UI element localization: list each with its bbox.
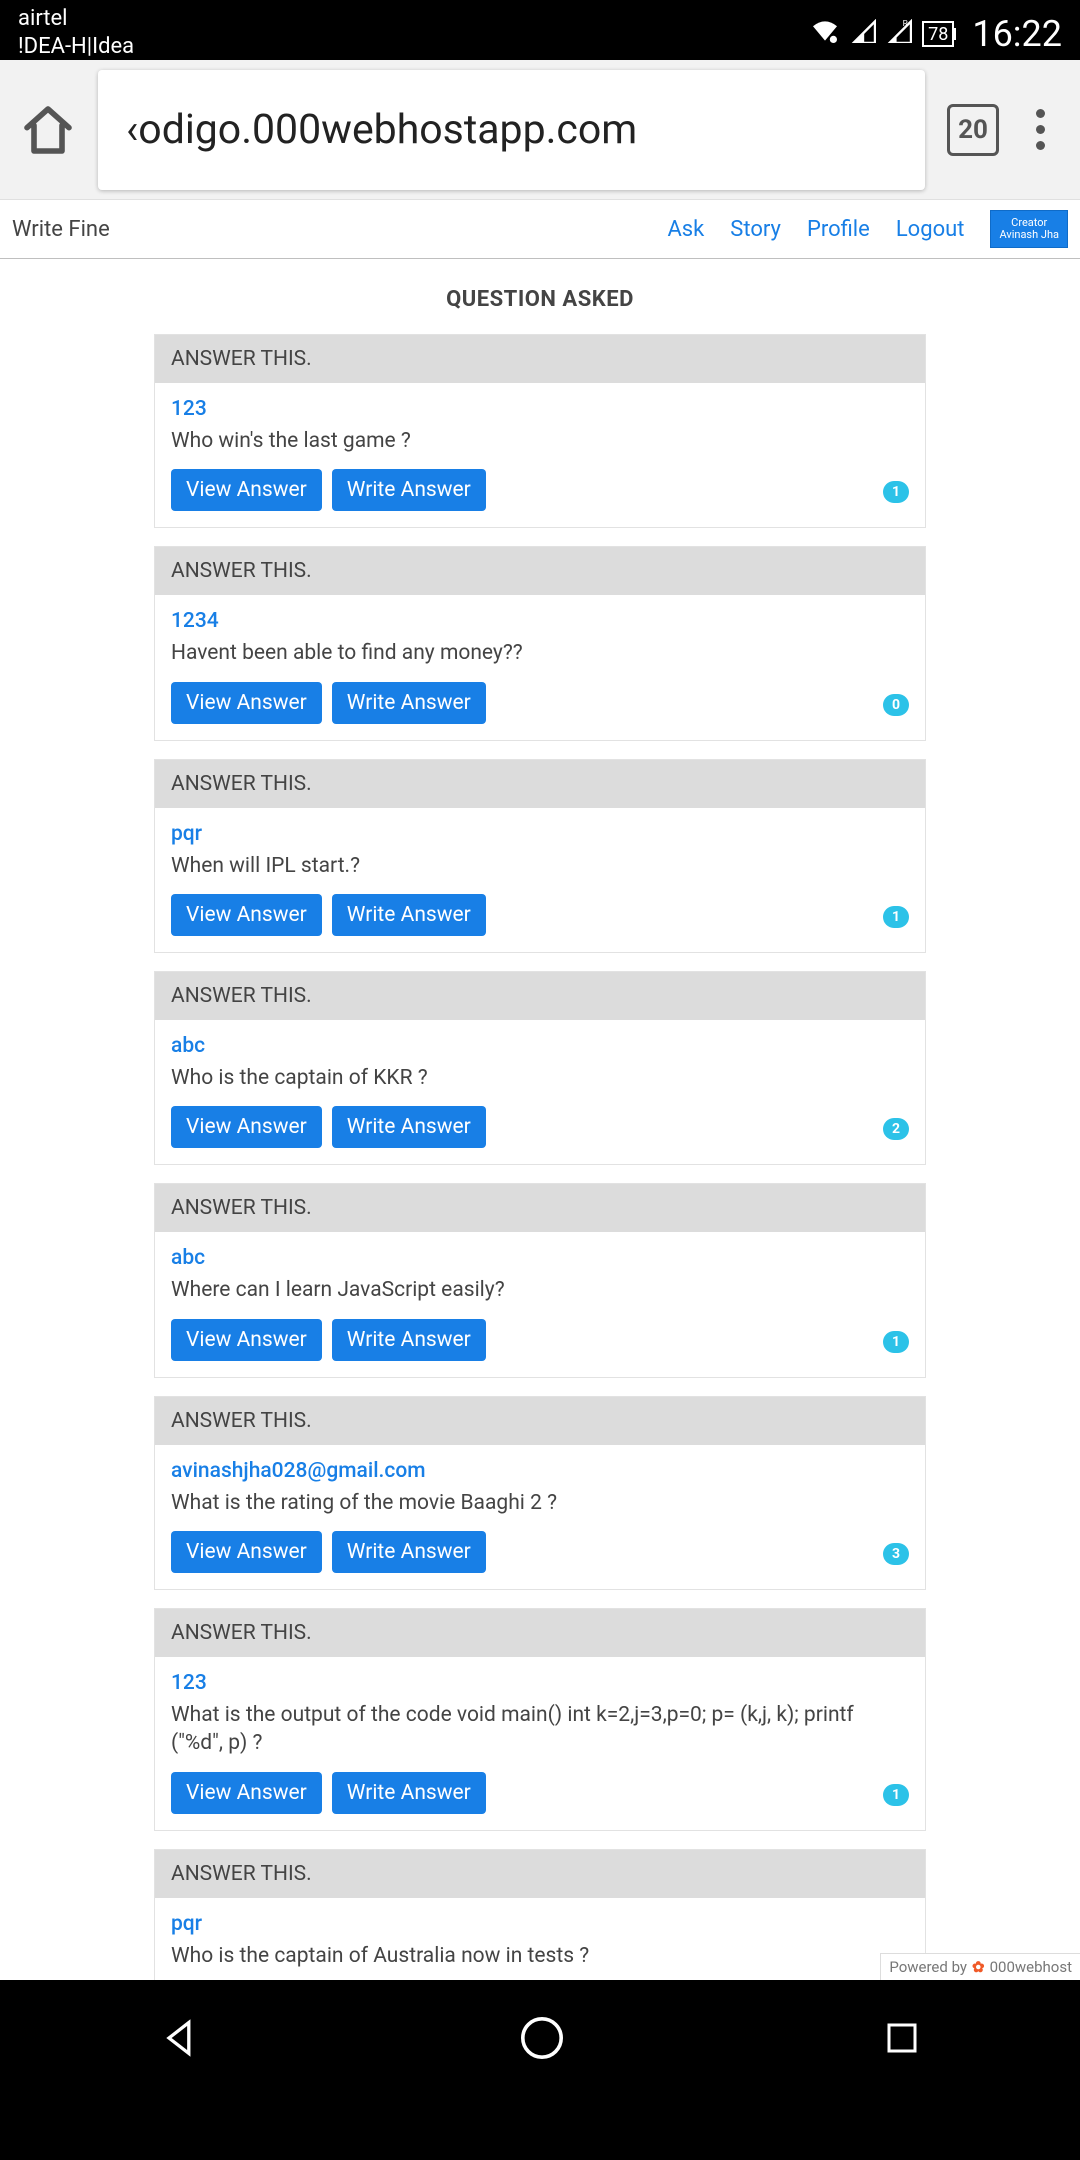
home-circle-icon[interactable] — [518, 2014, 566, 2066]
powered-by-badge[interactable]: Powered by ✿ 000webhost — [880, 1953, 1080, 1980]
question-text: When will IPL start.? — [171, 852, 909, 880]
question-text: Where can I learn JavaScript easily? — [171, 1276, 909, 1304]
question-user[interactable]: pqr — [171, 822, 909, 846]
nav-logout[interactable]: Logout — [896, 217, 965, 242]
question-user[interactable]: 123 — [171, 397, 909, 421]
card-header: ANSWER THIS. — [155, 335, 925, 383]
answer-count-badge: 1 — [883, 1784, 909, 1806]
question-text: Havent been able to find any money?? — [171, 639, 909, 667]
webhost-logo-icon: ✿ — [972, 1958, 985, 1976]
question-user[interactable]: abc — [171, 1034, 909, 1058]
view-answer-button[interactable]: View Answer — [171, 1531, 322, 1573]
answer-count-badge: 1 — [883, 906, 909, 928]
write-answer-button[interactable]: Write Answer — [332, 1772, 486, 1814]
question-card: ANSWER THIS. pqr When will IPL start.? V… — [154, 759, 926, 953]
back-icon[interactable] — [158, 2016, 202, 2064]
card-header: ANSWER THIS. — [155, 760, 925, 808]
view-answer-button[interactable]: View Answer — [171, 894, 322, 936]
answer-count-badge: 1 — [883, 1331, 909, 1353]
question-user[interactable]: pqr — [171, 1912, 909, 1936]
site-header: Write Fine Ask Story Profile Logout Crea… — [0, 200, 1080, 259]
write-answer-button[interactable]: Write Answer — [332, 1106, 486, 1148]
view-answer-button[interactable]: View Answer — [171, 682, 322, 724]
site-brand[interactable]: Write Fine — [12, 217, 110, 242]
signal-icon-2: R — [886, 19, 912, 49]
creator-badge[interactable]: Creator Avinash Jha — [990, 210, 1068, 248]
recent-icon[interactable] — [882, 2018, 922, 2062]
wifi-icon — [810, 19, 840, 49]
nav-story[interactable]: Story — [730, 217, 781, 242]
tabs-button[interactable]: 20 — [947, 104, 999, 156]
write-answer-button[interactable]: Write Answer — [332, 1531, 486, 1573]
question-text: What is the output of the code void main… — [171, 1701, 909, 1758]
url-bar[interactable]: ‹odigo.000webhostapp.com — [98, 70, 925, 190]
carrier-1: airtel — [18, 5, 134, 33]
answer-count-badge: 2 — [883, 1118, 909, 1140]
menu-icon[interactable] — [1021, 109, 1060, 150]
write-answer-button[interactable]: Write Answer — [332, 469, 486, 511]
webpage-content: Write Fine Ask Story Profile Logout Crea… — [0, 200, 1080, 1980]
write-answer-button[interactable]: Write Answer — [332, 1319, 486, 1361]
question-text: Who is the captain of Australia now in t… — [171, 1942, 909, 1970]
question-user[interactable]: avinashjha028@gmail.com — [171, 1459, 909, 1483]
question-card: ANSWER THIS. 1234 Havent been able to fi… — [154, 546, 926, 740]
answer-count-badge: 1 — [883, 481, 909, 503]
question-text: What is the rating of the movie Baaghi 2… — [171, 1489, 909, 1517]
card-header: ANSWER THIS. — [155, 1397, 925, 1445]
question-list: ANSWER THIS. 123 Who win's the last game… — [0, 334, 1080, 1980]
card-header: ANSWER THIS. — [155, 972, 925, 1020]
question-user[interactable]: abc — [171, 1246, 909, 1270]
card-header: ANSWER THIS. — [155, 1184, 925, 1232]
nav-ask[interactable]: Ask — [667, 217, 704, 242]
android-nav-bar — [0, 1980, 1080, 2100]
question-text: Who is the captain of KKR ? — [171, 1064, 909, 1092]
carrier-2: !DEA-H|Idea — [18, 33, 134, 61]
browser-toolbar: ‹odigo.000webhostapp.com 20 — [0, 60, 1080, 200]
clock: 16:22 — [972, 13, 1062, 55]
card-header: ANSWER THIS. — [155, 1609, 925, 1657]
question-user[interactable]: 1234 — [171, 609, 909, 633]
home-icon[interactable] — [20, 102, 76, 158]
view-answer-button[interactable]: View Answer — [171, 1106, 322, 1148]
question-card: ANSWER THIS. 123 What is the output of t… — [154, 1608, 926, 1831]
question-user[interactable]: 123 — [171, 1671, 909, 1695]
page-title: QUESTION ASKED — [0, 259, 1080, 334]
view-answer-button[interactable]: View Answer — [171, 1319, 322, 1361]
card-header: ANSWER THIS. — [155, 547, 925, 595]
answer-count-badge: 3 — [883, 1543, 909, 1565]
view-answer-button[interactable]: View Answer — [171, 1772, 322, 1814]
question-card: ANSWER THIS. avinashjha028@gmail.com Wha… — [154, 1396, 926, 1590]
question-card: ANSWER THIS. abc Who is the captain of K… — [154, 971, 926, 1165]
url-text: ‹odigo.000webhostapp.com — [126, 106, 637, 154]
question-card: ANSWER THIS. 123 Who win's the last game… — [154, 334, 926, 528]
android-status-bar: airtel !DEA-H|Idea R 78 16:22 — [0, 0, 1080, 60]
question-card: ANSWER THIS. pqr Who is the captain of A… — [154, 1849, 926, 1980]
nav-profile[interactable]: Profile — [807, 217, 870, 242]
view-answer-button[interactable]: View Answer — [171, 469, 322, 511]
card-header: ANSWER THIS. — [155, 1850, 925, 1898]
battery-icon: 78 — [922, 21, 956, 47]
question-text: Who win's the last game ? — [171, 427, 909, 455]
write-answer-button[interactable]: Write Answer — [332, 682, 486, 724]
question-card: ANSWER THIS. abc Where can I learn JavaS… — [154, 1183, 926, 1377]
answer-count-badge: 0 — [883, 694, 909, 716]
signal-icon-1 — [850, 19, 876, 49]
write-answer-button[interactable]: Write Answer — [332, 894, 486, 936]
